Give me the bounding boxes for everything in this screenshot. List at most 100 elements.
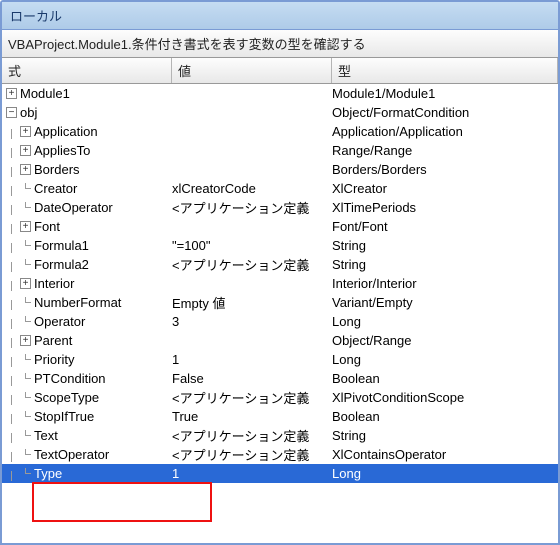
tree-row[interactable]: +Parent Object/Range: [2, 331, 558, 350]
variable-name: Text: [34, 428, 58, 443]
type-cell: Interior/Interior: [332, 276, 558, 291]
column-headers: 式 値 型: [2, 58, 558, 84]
type-cell: Module1/Module1: [332, 86, 558, 101]
expression-cell: TextOperator: [6, 447, 172, 462]
tree-row[interactable]: Operator3Long: [2, 312, 558, 331]
value-cell: False: [172, 371, 332, 386]
tree-row[interactable]: Type1Long: [2, 464, 558, 483]
type-cell: String: [332, 428, 558, 443]
window-title: ローカル: [2, 2, 558, 30]
tree-row[interactable]: Priority 1Long: [2, 350, 558, 369]
variable-name: PTCondition: [34, 371, 106, 386]
value-cell: 1: [172, 466, 332, 481]
tree-branch-icon: [20, 259, 31, 270]
tree-row[interactable]: +Interior Interior/Interior: [2, 274, 558, 293]
type-cell: String: [332, 257, 558, 272]
expression-cell: Formula1: [6, 238, 172, 253]
tree-row[interactable]: Text <アプリケーション定義String: [2, 426, 558, 445]
variable-name: obj: [20, 105, 37, 120]
expression-cell: +Borders: [6, 162, 172, 177]
expression-cell: Type: [6, 466, 172, 481]
tree-row[interactable]: StopIfTrueTrueBoolean: [2, 407, 558, 426]
variable-name: Operator: [34, 314, 85, 329]
expression-cell: +Font: [6, 219, 172, 234]
tree-branch-icon: [20, 449, 31, 460]
tree-row[interactable]: DateOperator<アプリケーション定義XlTimePeriods: [2, 198, 558, 217]
type-cell: Variant/Empty: [332, 295, 558, 310]
tree-row[interactable]: PTCondition FalseBoolean: [2, 369, 558, 388]
variable-name: ScopeType: [34, 390, 99, 405]
variable-name: Formula2: [34, 257, 89, 272]
variable-name: TextOperator: [34, 447, 109, 462]
expand-icon[interactable]: +: [20, 221, 31, 232]
expand-icon[interactable]: +: [20, 164, 31, 175]
expression-cell: +AppliesTo: [6, 143, 172, 158]
tree-row[interactable]: +Font Font/Font: [2, 217, 558, 236]
variable-name: AppliesTo: [34, 143, 90, 158]
value-cell: <アプリケーション定義: [172, 445, 332, 464]
tree-branch-icon: [20, 468, 31, 479]
tree-row[interactable]: CreatorxlCreatorCodeXlCreator: [2, 179, 558, 198]
value-cell: xlCreatorCode: [172, 181, 332, 196]
expand-icon[interactable]: +: [20, 335, 31, 346]
expand-icon[interactable]: +: [20, 278, 31, 289]
expression-cell: Priority: [6, 352, 172, 367]
variable-name: Priority: [34, 352, 74, 367]
expand-icon[interactable]: +: [6, 88, 17, 99]
type-cell: String: [332, 238, 558, 253]
expression-cell: +Application: [6, 124, 172, 139]
expression-cell: +Module1: [6, 86, 172, 101]
value-cell: 1: [172, 352, 332, 367]
collapse-icon[interactable]: −: [6, 107, 17, 118]
expression-cell: DateOperator: [6, 200, 172, 215]
expand-icon[interactable]: +: [20, 126, 31, 137]
tree-row[interactable]: +ApplicationApplication/Application: [2, 122, 558, 141]
tree-branch-icon: [20, 373, 31, 384]
tree-row[interactable]: +BordersBorders/Borders: [2, 160, 558, 179]
tree-row[interactable]: NumberFormat Empty 値Variant/Empty: [2, 293, 558, 312]
variable-name: NumberFormat: [34, 295, 121, 310]
type-cell: Boolean: [332, 371, 558, 386]
tree-row[interactable]: +AppliesToRange/Range: [2, 141, 558, 160]
type-cell: Font/Font: [332, 219, 558, 234]
tree-branch-icon: [20, 392, 31, 403]
type-cell: Object/Range: [332, 333, 558, 348]
value-cell: <アプリケーション定義: [172, 255, 332, 274]
value-cell: <アプリケーション定義: [172, 426, 332, 445]
expression-cell: NumberFormat: [6, 295, 172, 310]
expression-cell: Creator: [6, 181, 172, 196]
header-value[interactable]: 値: [172, 58, 332, 83]
tree-row[interactable]: Formula2 <アプリケーション定義String: [2, 255, 558, 274]
variable-name: Borders: [34, 162, 80, 177]
expression-cell: StopIfTrue: [6, 409, 172, 424]
type-cell: XlTimePeriods: [332, 200, 558, 215]
tree-row[interactable]: Formula1"=100"String: [2, 236, 558, 255]
type-cell: XlCreator: [332, 181, 558, 196]
tree-branch-icon: [20, 202, 31, 213]
variable-name: Application: [34, 124, 98, 139]
value-cell: "=100": [172, 238, 332, 253]
variable-name: Parent: [34, 333, 72, 348]
header-type[interactable]: 型: [332, 58, 558, 83]
tree-row[interactable]: +Module1 Module1/Module1: [2, 84, 558, 103]
header-expression[interactable]: 式: [2, 58, 172, 83]
type-cell: Long: [332, 466, 558, 481]
tree-row[interactable]: ScopeType<アプリケーション定義XlPivotConditionScop…: [2, 388, 558, 407]
expression-cell: +Interior: [6, 276, 172, 291]
type-cell: Object/FormatCondition: [332, 105, 558, 120]
expression-cell: Formula2: [6, 257, 172, 272]
procedure-path: VBAProject.Module1.条件付き書式を表す変数の型を確認する: [2, 30, 558, 58]
tree-row[interactable]: −obj Object/FormatCondition: [2, 103, 558, 122]
variable-name: Interior: [34, 276, 74, 291]
tree-branch-icon: [20, 430, 31, 441]
type-cell: Long: [332, 352, 558, 367]
variable-name: Font: [34, 219, 60, 234]
value-cell: <アプリケーション定義: [172, 388, 332, 407]
expand-icon[interactable]: +: [20, 145, 31, 156]
expression-cell: −obj: [6, 105, 172, 120]
expression-cell: PTCondition: [6, 371, 172, 386]
tree-branch-icon: [20, 354, 31, 365]
type-cell: Long: [332, 314, 558, 329]
tree-row[interactable]: TextOperator<アプリケーション定義XlContainsOperato…: [2, 445, 558, 464]
value-cell: Empty 値: [172, 293, 332, 312]
